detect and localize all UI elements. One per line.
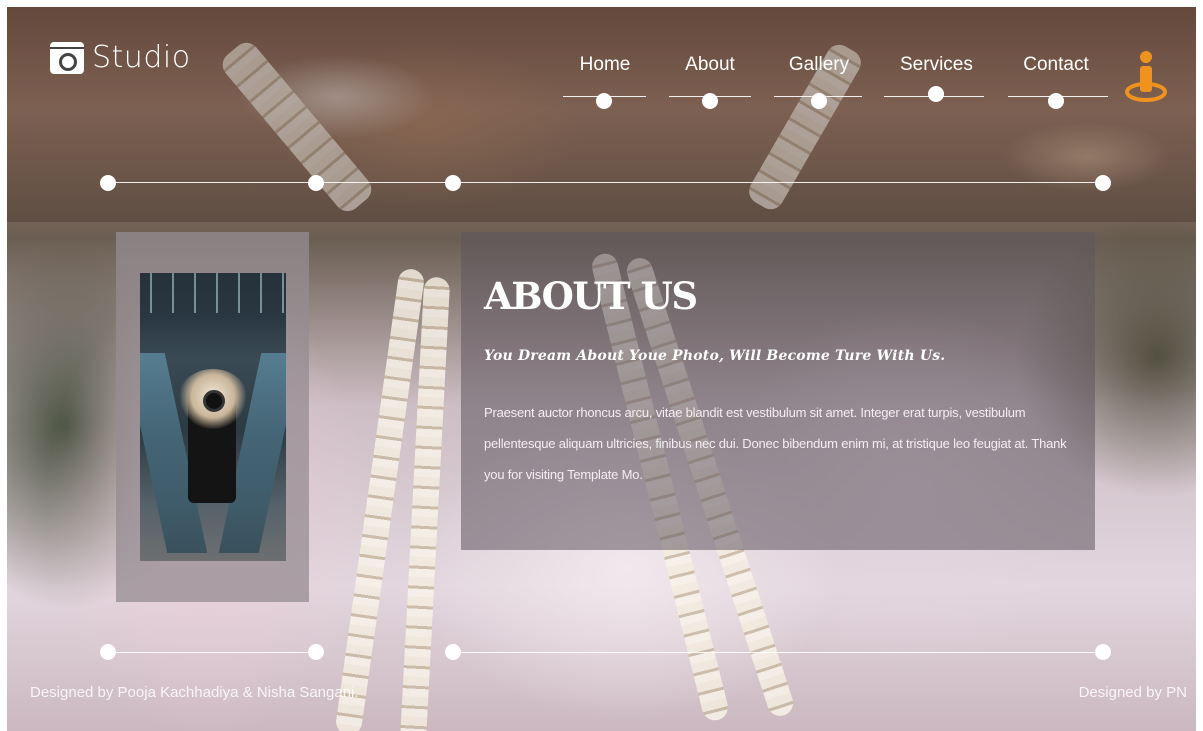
- divider-dot: [445, 644, 461, 660]
- logo[interactable]: Studio: [50, 40, 191, 75]
- about-title: ABOUT US: [484, 274, 698, 318]
- person-icon[interactable]: [1124, 50, 1168, 102]
- nav-home[interactable]: Home: [575, 54, 635, 76]
- divider-line: [453, 652, 1103, 653]
- about-body: Praesent auctor rhoncus arcu, vitae blan…: [484, 405, 1067, 482]
- divider-dot: [1095, 175, 1111, 191]
- about-photo: [140, 273, 286, 561]
- logo-text: Studio: [92, 40, 191, 75]
- nav-dot: [1048, 93, 1064, 109]
- divider-dot: [1095, 644, 1111, 660]
- nav-dot: [596, 93, 612, 109]
- divider-dot: [100, 644, 116, 660]
- camera-lens-icon: [203, 390, 225, 412]
- footer-credit-right: Designed by PN: [1078, 684, 1187, 701]
- nav-dot: [811, 93, 827, 109]
- divider-line: [108, 182, 1104, 183]
- camera-icon: [50, 41, 84, 74]
- divider-dot: [308, 644, 324, 660]
- nav-about[interactable]: About: [680, 54, 740, 76]
- nav-services[interactable]: Services: [900, 54, 973, 76]
- about-subtitle: You Dream About Youe Photo, Will Become …: [484, 348, 946, 364]
- nav-contact[interactable]: Contact: [1022, 54, 1090, 76]
- nav-dot: [702, 93, 718, 109]
- divider-dot: [100, 175, 116, 191]
- divider-dot: [445, 175, 461, 191]
- nav-gallery[interactable]: Gallery: [786, 54, 852, 76]
- footer-credit-left: Designed by Pooja Kachhadiya & Nisha San…: [30, 684, 359, 701]
- divider-dot: [308, 175, 324, 191]
- divider-line: [108, 652, 316, 653]
- nav-dot: [928, 86, 944, 102]
